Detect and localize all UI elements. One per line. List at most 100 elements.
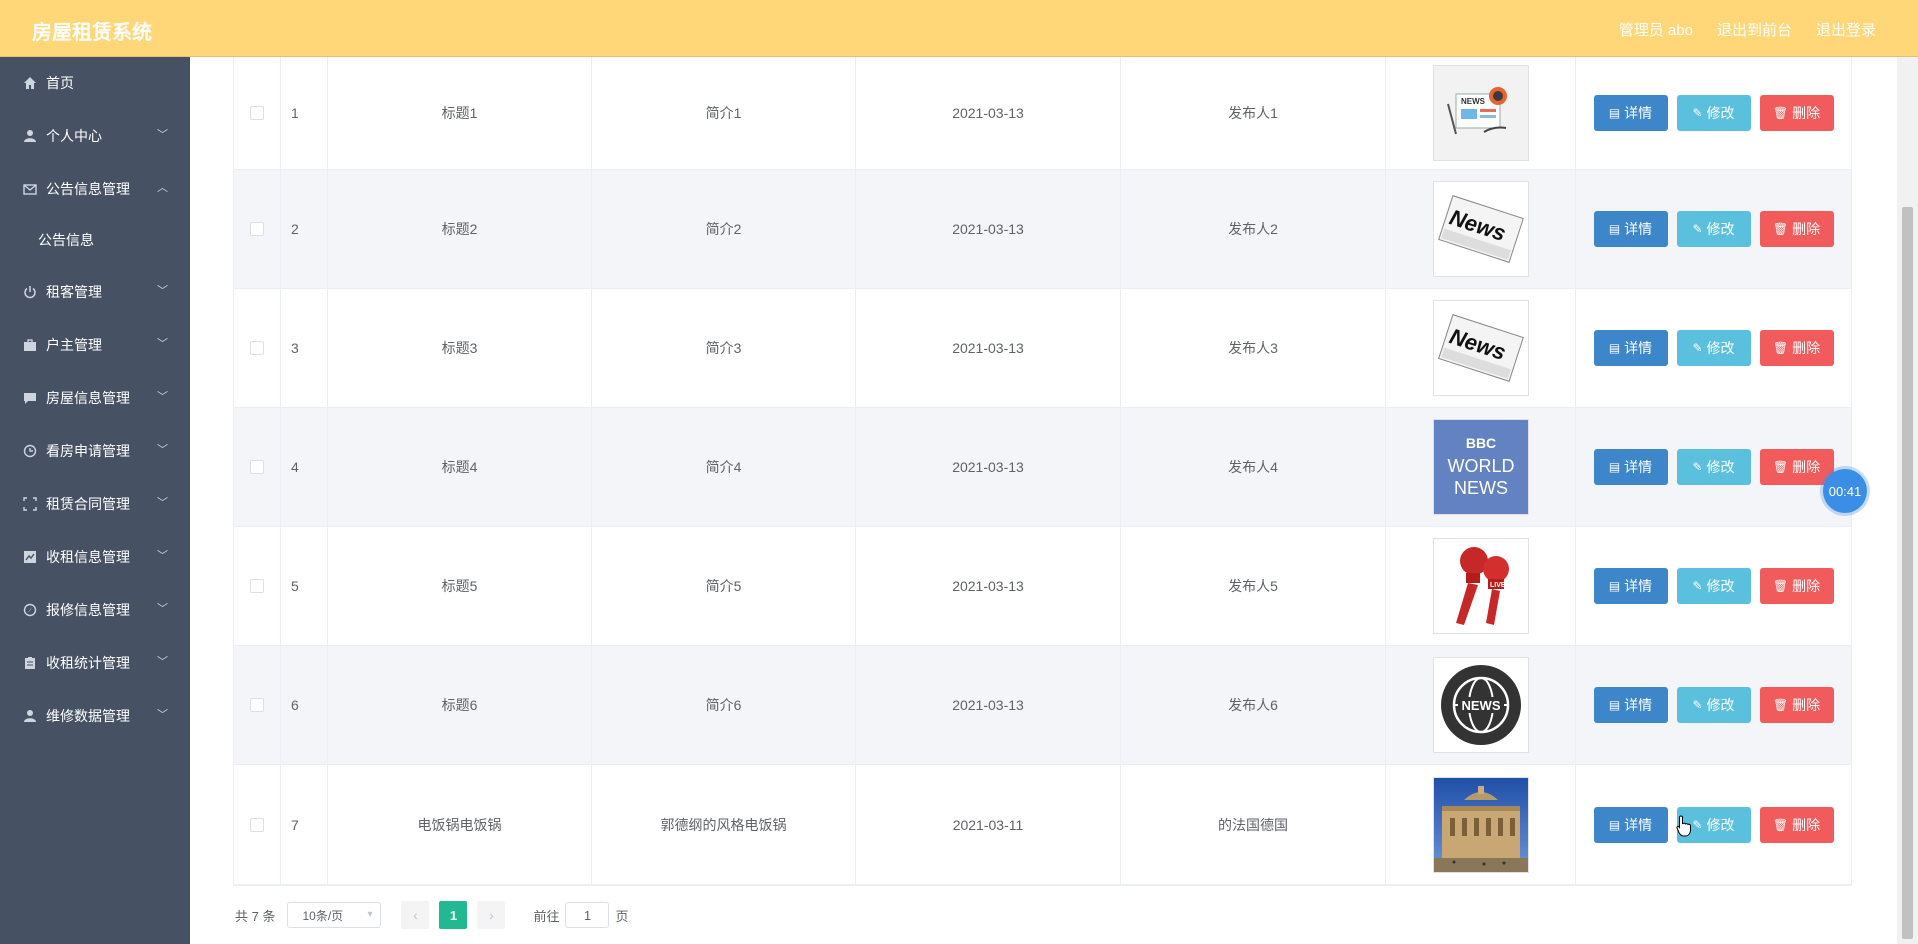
delete-button[interactable]: 🗑 删除 bbox=[1759, 568, 1834, 604]
actions-cell: ▤ 详情 ✎ 修改 🗑 删除 bbox=[1576, 527, 1851, 645]
logout-link[interactable]: 退出登录 bbox=[1816, 19, 1876, 40]
table-row: 1 标题1 简介1 2021-03-13 发布人1 NEWS ▤ 详情 ✎ 修改 🗑 删除 bbox=[234, 57, 1851, 170]
sidebar: 首页 个人中心 ﹀ 公告信息管理 ︿ 公告信息 租客管理 ﹀ 户主管理 ﹀ 房屋… bbox=[0, 57, 190, 944]
trash-icon: 🗑 bbox=[1772, 222, 1789, 236]
notice-thumbnail[interactable]: NEWS bbox=[1432, 657, 1529, 753]
edit-label: 修改 bbox=[1706, 816, 1735, 833]
index-cell: 4 bbox=[281, 408, 328, 526]
edit-label: 修改 bbox=[1706, 697, 1735, 713]
delete-button[interactable]: 🗑 删除 bbox=[1759, 330, 1834, 366]
delete-button[interactable]: 🗑 删除 bbox=[1759, 806, 1834, 843]
thumb-world-label: WORLD bbox=[1447, 456, 1514, 476]
delete-button[interactable]: 🗑 删除 bbox=[1759, 687, 1834, 723]
detail-button[interactable]: ▤ 详情 bbox=[1593, 806, 1668, 843]
sidebar-item-viewing-request-management[interactable]: 看房申请管理 ﹀ bbox=[0, 424, 190, 477]
row-checkbox[interactable] bbox=[250, 222, 264, 236]
page-size-value: 10条/页 bbox=[302, 908, 344, 923]
index-cell: 5 bbox=[281, 527, 328, 645]
detail-button[interactable]: ▤ 详情 bbox=[1593, 687, 1668, 723]
sidebar-item-repair-info-management[interactable]: 报修信息管理 ﹀ bbox=[0, 583, 190, 636]
date-cell: 2021-03-13 bbox=[856, 289, 1121, 407]
sidebar-item-label: 租赁合同管理 bbox=[46, 495, 130, 512]
sidebar-item-home[interactable]: 首页 bbox=[0, 57, 190, 109]
edit-button[interactable]: ✎ 修改 bbox=[1676, 211, 1751, 247]
notice-thumbnail[interactable]: NEWS bbox=[1432, 65, 1529, 161]
back-to-frontend-link[interactable]: 退出到前台 bbox=[1717, 19, 1792, 40]
intro-cell: 简介5 bbox=[592, 527, 856, 645]
scrollbar-thumb[interactable] bbox=[1902, 207, 1913, 939]
header-links: 管理员 abo 退出到前台 退出登录 bbox=[1619, 19, 1876, 40]
row-checkbox[interactable] bbox=[250, 106, 264, 120]
edit-button[interactable]: ✎ 修改 bbox=[1676, 95, 1751, 131]
notice-thumbnail[interactable]: LIVE bbox=[1432, 538, 1529, 634]
sidebar-item-tenant-management[interactable]: 租客管理 ﹀ bbox=[0, 265, 190, 318]
edit-label: 修改 bbox=[1706, 221, 1735, 237]
detail-button[interactable]: ▤ 详情 bbox=[1593, 95, 1668, 131]
chevron-down-icon: ﹀ bbox=[157, 129, 168, 141]
sidebar-item-rent-statistics-management[interactable]: 收租统计管理 ﹀ bbox=[0, 636, 190, 689]
notice-thumbnail[interactable]: News bbox=[1432, 300, 1529, 396]
detail-label: 详情 bbox=[1624, 340, 1653, 356]
delete-label: 删除 bbox=[1792, 340, 1821, 356]
row-checkbox[interactable] bbox=[250, 817, 264, 832]
detail-button[interactable]: ▤ 详情 bbox=[1593, 330, 1668, 366]
row-checkbox[interactable] bbox=[250, 698, 264, 712]
sidebar-item-notice-management[interactable]: 公告信息管理 ︿ bbox=[0, 162, 190, 215]
main-content: 1 标题1 简介1 2021-03-13 发布人1 NEWS ▤ 详情 ✎ 修改 🗑 删除 2 标题2 简介… bbox=[190, 57, 1897, 944]
trash-icon: 🗑 bbox=[1772, 698, 1789, 712]
sidebar-item-rent-collection-management[interactable]: 收租信息管理 ﹀ bbox=[0, 530, 190, 583]
sidebar-item-lease-contract-management[interactable]: 租赁合同管理 ﹀ bbox=[0, 477, 190, 530]
row-checkbox[interactable] bbox=[250, 460, 264, 474]
image-cell: News bbox=[1386, 289, 1576, 407]
clipboard-icon bbox=[22, 655, 38, 671]
chevron-down-icon: ﹀ bbox=[157, 285, 168, 297]
next-page-button[interactable]: › bbox=[477, 901, 506, 929]
pencil-icon: ✎ bbox=[1692, 222, 1703, 236]
title-cell: 标题5 bbox=[328, 527, 592, 645]
table-row: 2 标题2 简介2 2021-03-13 发布人2 News ▤ 详情 ✎ 修改 🗑 删除 bbox=[234, 170, 1851, 289]
chevron-down-icon: ﹀ bbox=[157, 497, 168, 509]
timer-badge[interactable]: 00:41 bbox=[1823, 469, 1867, 513]
notice-thumbnail[interactable] bbox=[1432, 776, 1529, 873]
edit-button[interactable]: ✎ 修改 bbox=[1676, 330, 1751, 366]
detail-button[interactable]: ▤ 详情 bbox=[1593, 568, 1668, 604]
detail-button[interactable]: ▤ 详情 bbox=[1593, 449, 1668, 485]
chevron-up-icon: ︿ bbox=[157, 182, 168, 194]
trash-icon: 🗑 bbox=[1772, 579, 1789, 593]
sidebar-item-label: 公告信息管理 bbox=[46, 180, 130, 197]
page-size-select[interactable]: 10条/页 ▾ bbox=[287, 902, 382, 928]
mail-icon bbox=[22, 181, 38, 197]
document-icon: ▤ bbox=[1608, 698, 1621, 712]
fullscreen-icon bbox=[22, 496, 38, 512]
admin-user-link[interactable]: 管理员 abo bbox=[1619, 19, 1693, 40]
edit-button[interactable]: ✎ 修改 bbox=[1676, 568, 1751, 604]
goto-page-input[interactable]: 1 bbox=[565, 902, 610, 928]
notice-thumbnail[interactable]: News bbox=[1432, 181, 1529, 277]
sidebar-item-label: 户主管理 bbox=[46, 336, 102, 353]
notice-thumbnail[interactable]: BBC WORLD NEWS bbox=[1432, 419, 1529, 515]
page-number-current[interactable]: 1 bbox=[439, 901, 468, 929]
trash-icon: 🗑 bbox=[1772, 341, 1789, 355]
sidebar-item-personal-center[interactable]: 个人中心 ﹀ bbox=[0, 109, 190, 162]
sidebar-subitem-notice-info[interactable]: 公告信息 bbox=[0, 215, 190, 265]
delete-label: 删除 bbox=[1792, 816, 1821, 833]
prev-page-button[interactable]: ‹ bbox=[401, 901, 430, 929]
compass-icon bbox=[22, 602, 38, 618]
row-checkbox[interactable] bbox=[250, 579, 264, 593]
page-scrollbar[interactable] bbox=[1897, 57, 1918, 944]
delete-button[interactable]: 🗑 删除 bbox=[1759, 95, 1834, 131]
detail-button[interactable]: ▤ 详情 bbox=[1593, 211, 1668, 247]
row-checkbox[interactable] bbox=[250, 341, 264, 355]
table-row: 3 标题3 简介3 2021-03-13 发布人3 News ▤ 详情 ✎ 修改 🗑 删除 bbox=[234, 289, 1851, 408]
sidebar-item-maintenance-data-management[interactable]: 维修数据管理 ﹀ bbox=[0, 689, 190, 742]
table-row: 7 电饭锅电饭锅 郭德纲的风格电饭锅 2021-03-11 的法国德国 ▤ 详情 ✎ 修改 🗑 删除 bbox=[234, 765, 1851, 885]
delete-button[interactable]: 🗑 删除 bbox=[1759, 449, 1834, 485]
delete-label: 删除 bbox=[1792, 221, 1821, 237]
sidebar-item-house-info-management[interactable]: 房屋信息管理 ﹀ bbox=[0, 371, 190, 424]
delete-button[interactable]: 🗑 删除 bbox=[1759, 211, 1834, 247]
edit-button[interactable]: ✎ 修改 bbox=[1676, 449, 1751, 485]
sidebar-item-owner-management[interactable]: 户主管理 ﹀ bbox=[0, 318, 190, 371]
edit-button[interactable]: ✎ 修改 bbox=[1676, 687, 1751, 723]
thumb-news-label: NEWS bbox=[1461, 97, 1486, 106]
index-cell: 1 bbox=[281, 57, 328, 169]
